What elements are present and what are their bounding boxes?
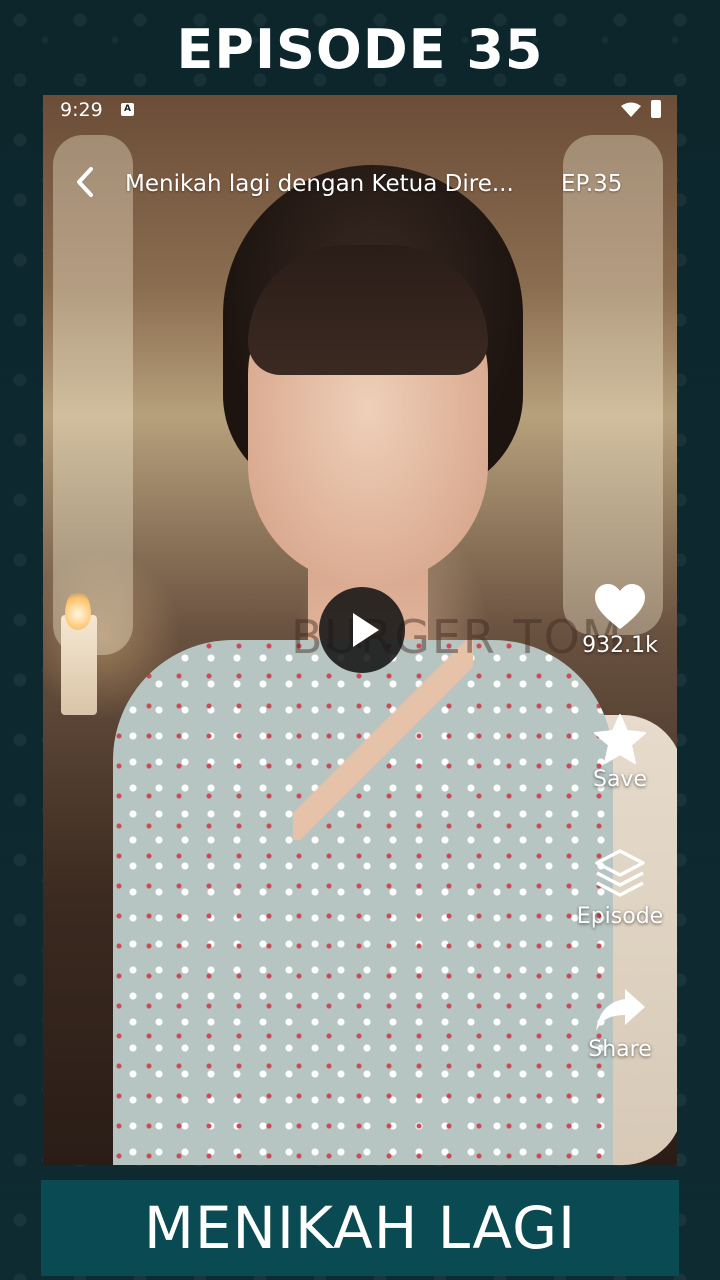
save-button[interactable]: Save <box>565 713 675 792</box>
episode-label: Episode <box>576 904 664 929</box>
footer-banner: MENIKAH LAGI <box>41 1180 679 1276</box>
episode-heading: EPISODE 35 <box>176 18 544 81</box>
candle-flame <box>65 590 91 630</box>
heart-icon <box>595 584 645 629</box>
dress-collar <box>293 640 473 840</box>
wifi-icon <box>621 101 641 123</box>
star-icon <box>594 714 646 764</box>
status-bar: 9:29 A <box>43 95 677 125</box>
play-icon <box>353 613 379 647</box>
share-label: Share <box>588 1037 652 1062</box>
share-button[interactable]: Share <box>565 985 675 1062</box>
layers-icon <box>595 849 645 897</box>
video-player[interactable]: 9:29 A Menikah lagi dengan Ketua Dire...… <box>43 95 677 1165</box>
background-window <box>53 135 133 655</box>
save-label: Save <box>592 767 647 792</box>
candle <box>61 615 97 715</box>
back-button[interactable] <box>73 165 107 205</box>
episode-number: EP.35 <box>561 171 623 197</box>
status-time: 9:29 <box>60 99 103 121</box>
footer-caption: MENIKAH LAGI <box>143 1194 577 1262</box>
video-title: Menikah lagi dengan Ketua Dire... <box>125 171 514 197</box>
back-chevron-icon <box>77 167 93 197</box>
like-count: 932.1k <box>582 633 658 658</box>
share-arrow-icon <box>596 989 645 1031</box>
battery-icon <box>651 100 661 118</box>
like-button[interactable]: 932.1k <box>565 583 675 658</box>
background-window <box>563 135 663 635</box>
notification-app-icon: A <box>121 103 134 116</box>
play-button[interactable] <box>319 587 405 673</box>
episode-list-button[interactable]: Episode <box>565 848 675 929</box>
